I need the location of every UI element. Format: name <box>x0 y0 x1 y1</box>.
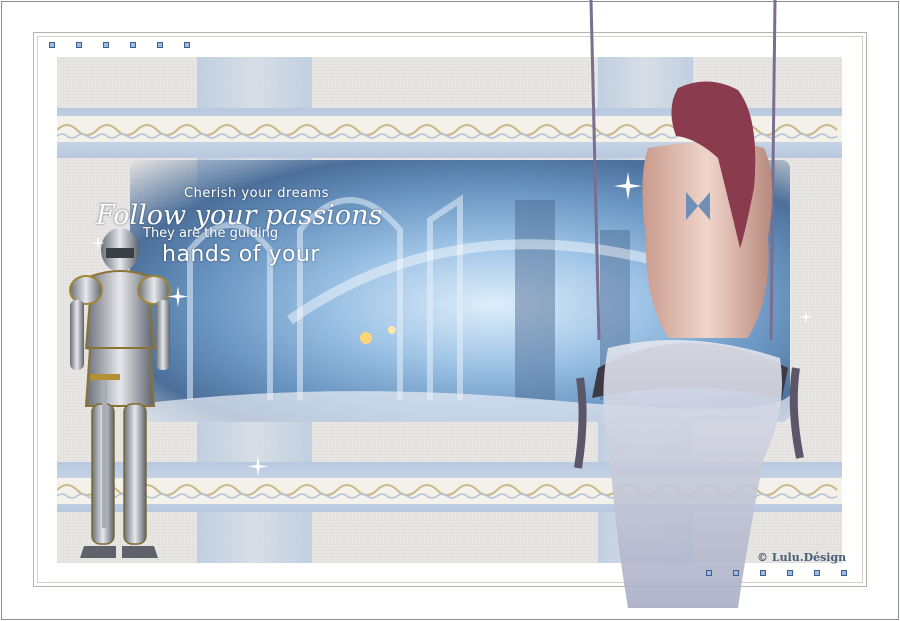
square-dot-icon <box>157 42 163 48</box>
square-dot-icon <box>787 570 793 576</box>
dot-row-bottom <box>706 570 856 578</box>
square-dot-icon <box>103 42 109 48</box>
square-dot-icon <box>733 570 739 576</box>
sparkle-star-icon <box>91 236 105 250</box>
square-dot-icon <box>184 42 190 48</box>
square-dot-icon <box>706 570 712 576</box>
dot-row-top <box>49 42 199 50</box>
square-dot-icon <box>841 570 847 576</box>
sparkle-star-icon <box>614 172 642 200</box>
sparkle-star-icon <box>799 310 813 324</box>
square-dot-icon <box>814 570 820 576</box>
sparkles <box>91 172 813 477</box>
square-dot-icon <box>76 42 82 48</box>
square-dot-icon <box>760 570 766 576</box>
square-dot-icon <box>130 42 136 48</box>
sparkle-star-icon <box>167 286 189 307</box>
sparkle-star-icon <box>247 456 269 477</box>
square-dot-icon <box>49 42 55 48</box>
artist-credit: © Lulu.Désign <box>757 551 847 564</box>
